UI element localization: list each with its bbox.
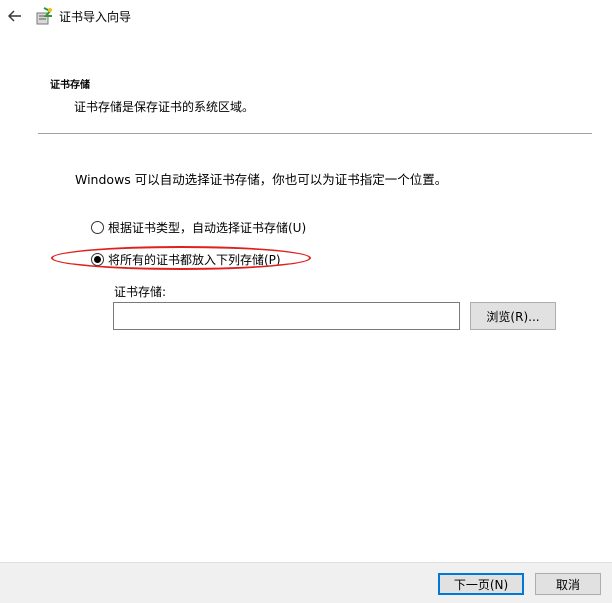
next-button[interactable]: 下一页(N) bbox=[438, 573, 524, 595]
auto-select-store-option[interactable]: 根据证书类型，自动选择证书存储(U) bbox=[91, 219, 306, 236]
wizard-footer: 下一页(N) 取消 bbox=[0, 562, 612, 603]
place-in-store-radio[interactable] bbox=[91, 253, 104, 266]
header-divider bbox=[38, 133, 592, 134]
certificate-store-label: 证书存储: bbox=[114, 285, 167, 299]
title-bar: 证书导入向导 bbox=[0, 0, 612, 32]
page-description: 证书存储是保存证书的系统区域。 bbox=[74, 100, 255, 114]
arrow-left-icon bbox=[8, 10, 21, 22]
intro-text: Windows 可以自动选择证书存储，你也可以为证书指定一个位置。 bbox=[75, 172, 448, 187]
window-title: 证书导入向导 bbox=[59, 10, 132, 24]
certificate-wizard-icon bbox=[36, 7, 52, 25]
browse-button[interactable]: 浏览(R)... bbox=[470, 302, 556, 330]
certificate-import-wizard: 证书导入向导 证书存储 证书存储是保存证书的系统区域。 Windows 可以自动… bbox=[0, 0, 612, 603]
place-in-store-label: 将所有的证书都放入下列存储(P) bbox=[108, 253, 281, 267]
cancel-button[interactable]: 取消 bbox=[535, 573, 601, 595]
place-in-store-option[interactable]: 将所有的证书都放入下列存储(P) bbox=[91, 251, 281, 268]
page-title: 证书存储 bbox=[50, 80, 90, 91]
back-button[interactable] bbox=[4, 5, 26, 27]
certificate-store-field[interactable] bbox=[113, 302, 460, 330]
auto-select-radio[interactable] bbox=[91, 221, 104, 234]
auto-select-label: 根据证书类型，自动选择证书存储(U) bbox=[108, 221, 307, 235]
